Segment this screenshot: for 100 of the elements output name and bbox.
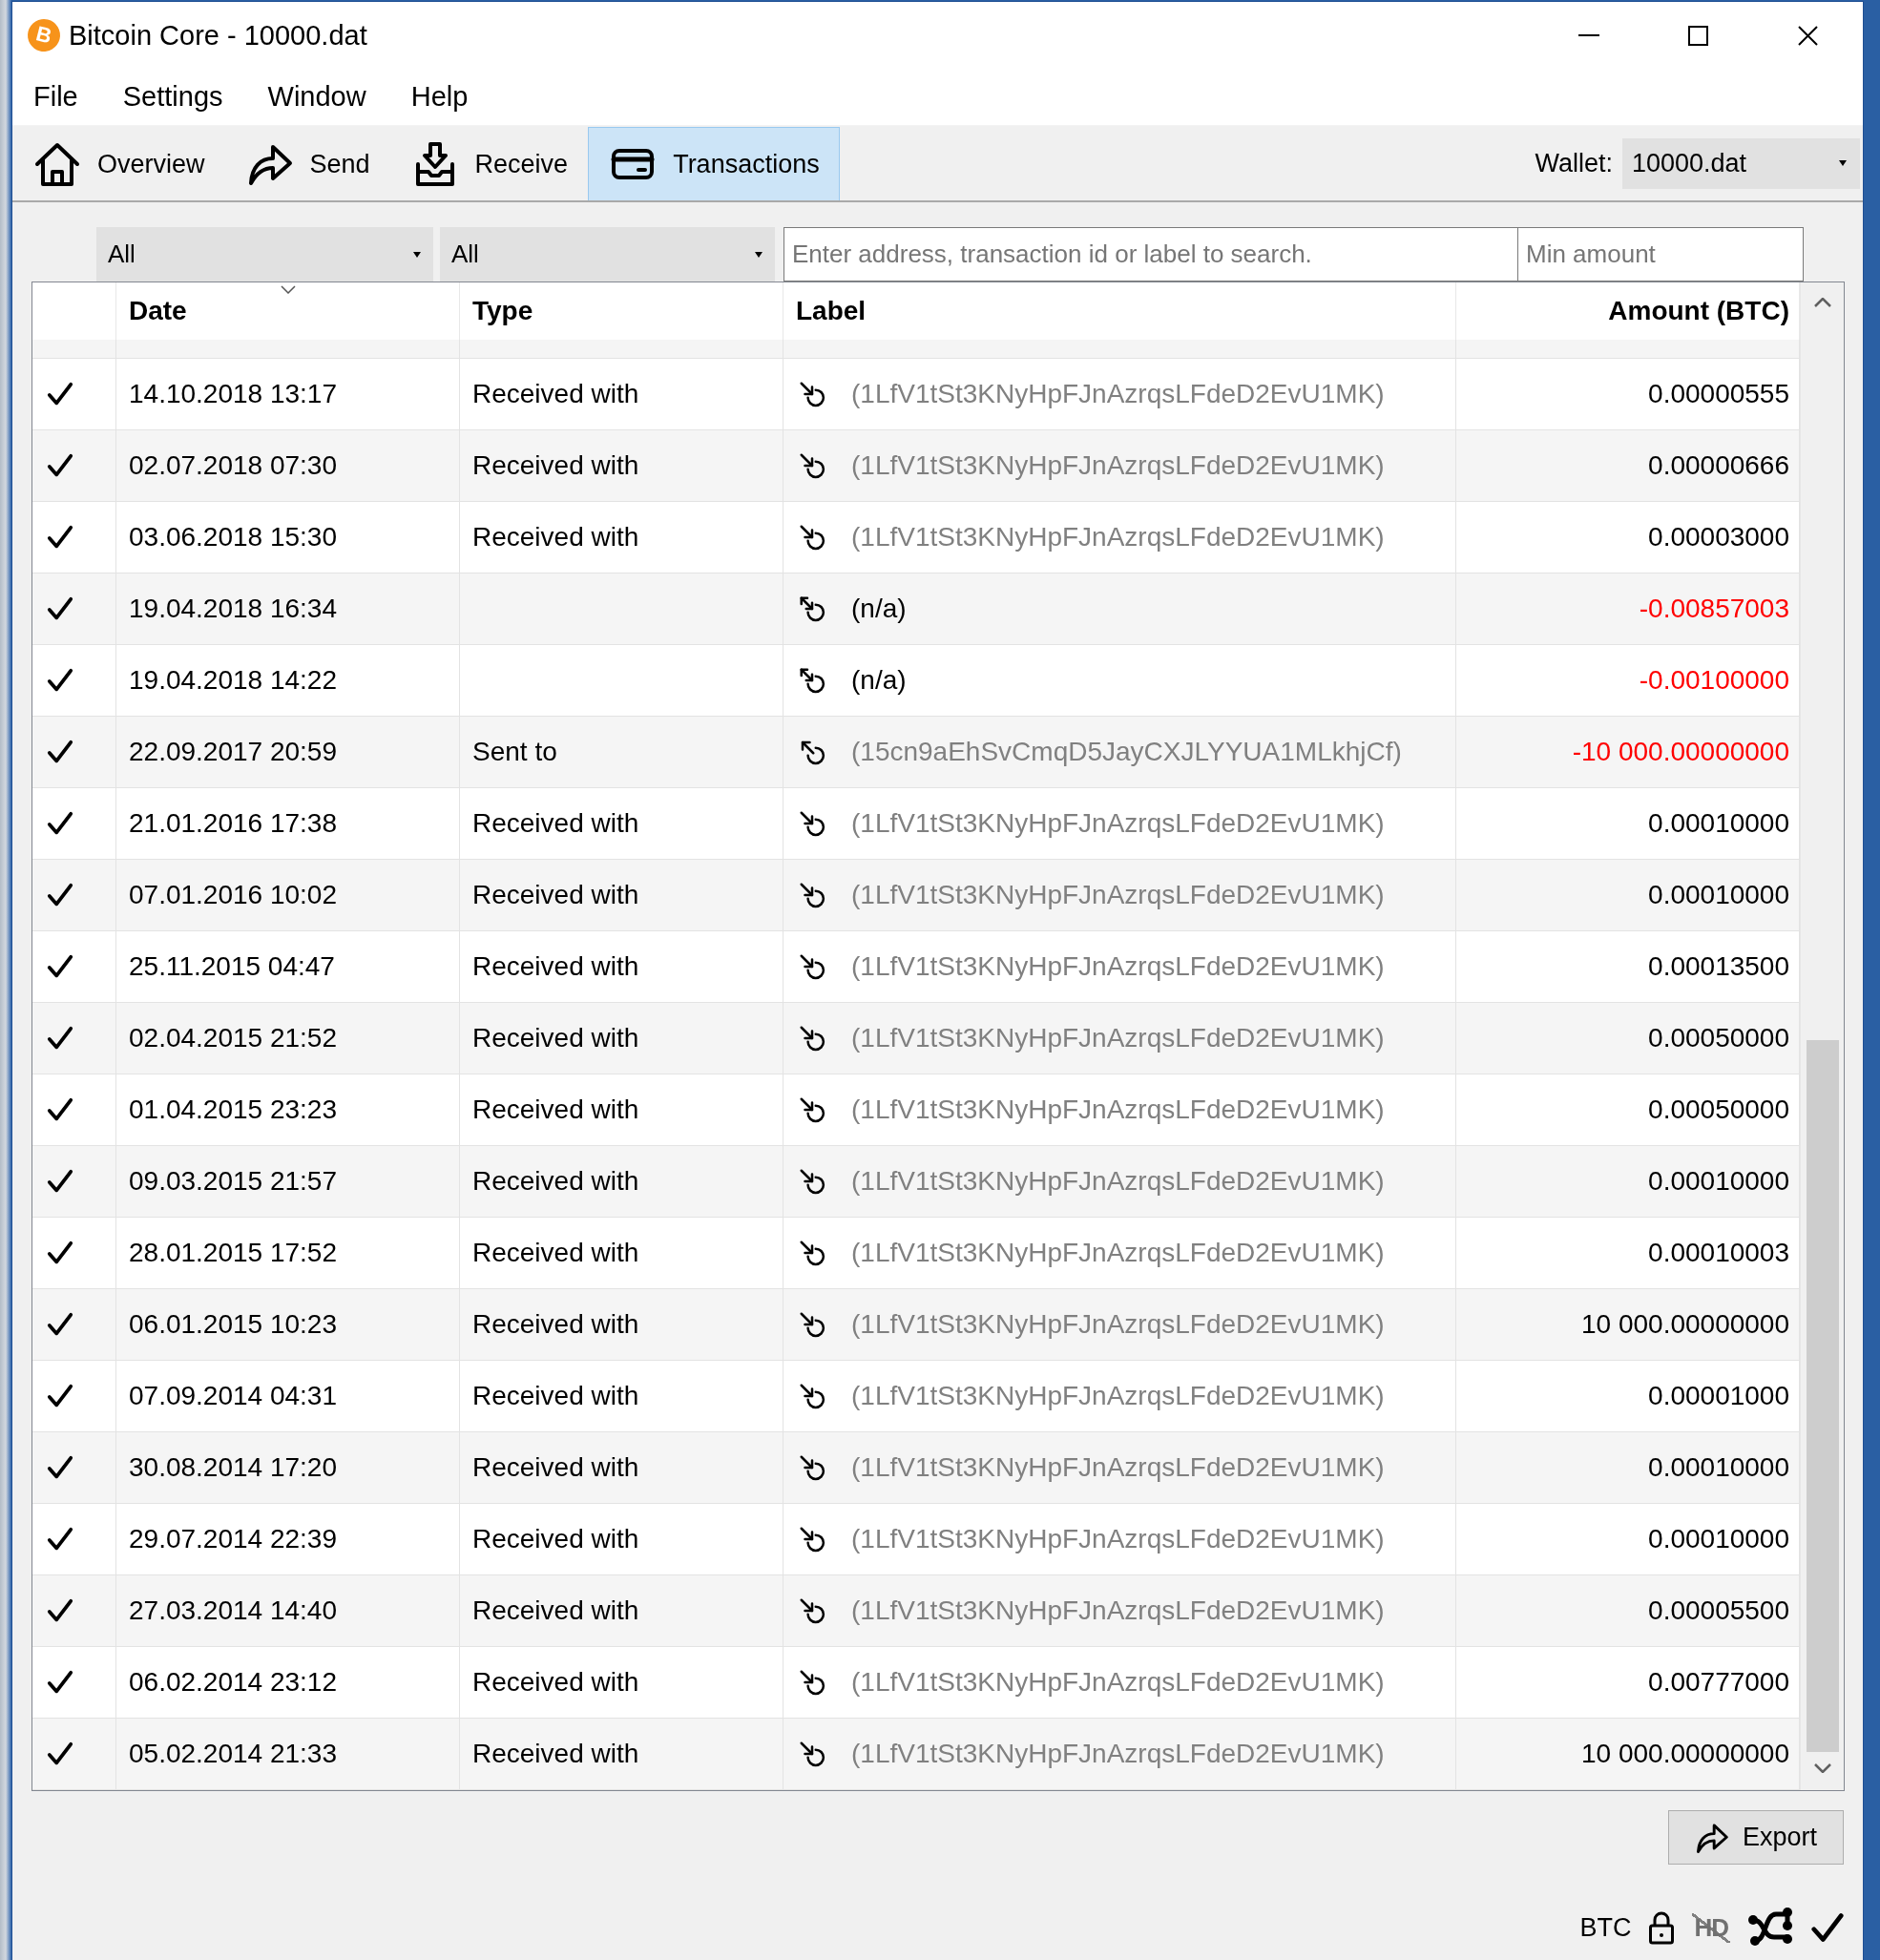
type-text: Received with bbox=[472, 1667, 639, 1698]
date-text: 09.03.2015 21:57 bbox=[129, 1166, 337, 1197]
amount-text: 0.00010000 bbox=[1648, 880, 1789, 910]
search-field[interactable]: Enter address, transaction id or label to search. bbox=[783, 227, 1518, 281]
maximize-icon[interactable] bbox=[1688, 25, 1708, 46]
network-icon[interactable] bbox=[1747, 1907, 1793, 1949]
house-icon bbox=[34, 141, 80, 187]
arrow-into-circle-icon bbox=[798, 1596, 826, 1625]
toolbar-tab[interactable]: Transactions bbox=[588, 127, 840, 200]
arrow-into-circle-icon bbox=[798, 809, 826, 838]
date-text: 02.07.2018 07:30 bbox=[129, 450, 337, 481]
menu-item[interactable]: Help bbox=[410, 81, 469, 113]
table-row[interactable]: 19.04.2018 14:22 (n/a) -0.00100000 bbox=[32, 645, 1800, 717]
amount-text: 10 000.00000000 bbox=[1581, 1739, 1789, 1769]
date-text: 27.03.2014 14:40 bbox=[129, 1595, 337, 1626]
date-text: 05.02.2014 21:33 bbox=[129, 1739, 337, 1769]
wallet-dropdown[interactable]: 10000.dat bbox=[1622, 137, 1860, 189]
close-icon[interactable] bbox=[1798, 25, 1818, 46]
menu-item[interactable]: Window bbox=[267, 81, 366, 113]
type-text: Received with bbox=[472, 450, 639, 481]
address-text: (1LfV1tSt3KNyHpFJnAzrqsLFdeD2EvU1MK) bbox=[851, 1524, 1385, 1554]
column-header[interactable]: Label bbox=[796, 296, 867, 326]
label-text: (n/a) bbox=[851, 665, 907, 696]
scrollbar-track[interactable] bbox=[1800, 282, 1844, 1790]
table-row[interactable]: 05.02.2014 21:33 Received with (1LfV1tSt3KNyHpFJnAzrqsLFdeD2EvU1MK) 10 000.00000000 bbox=[32, 1719, 1800, 1790]
amount-text: 0.00000666 bbox=[1648, 450, 1789, 481]
type-text: Received with bbox=[472, 951, 639, 982]
type-filter-dropdown[interactable]: All bbox=[440, 227, 775, 281]
type-text: Received with bbox=[472, 1524, 639, 1554]
minimize-icon[interactable] bbox=[1577, 34, 1599, 36]
dropdown-arrow-icon bbox=[413, 251, 421, 258]
type-text: Received with bbox=[472, 1309, 639, 1340]
table-row[interactable]: 06.01.2015 10:23 Received with (1LfV1tSt3KNyHpFJnAzrqsLFdeD2EvU1MK) 10 000.00000000 bbox=[32, 1289, 1800, 1361]
export-button[interactable]: Export bbox=[1668, 1810, 1844, 1865]
address-text: (1LfV1tSt3KNyHpFJnAzrqsLFdeD2EvU1MK) bbox=[851, 1309, 1385, 1340]
table-row[interactable]: 21.01.2016 17:38 Received with (1LfV1tSt3KNyHpFJnAzrqsLFdeD2EvU1MK) 0.00010000 bbox=[32, 788, 1800, 860]
type-text: Received with bbox=[472, 808, 639, 839]
table-row[interactable]: 14.10.2018 13:17 Received with (1LfV1tSt3KNyHpFJnAzrqsLFdeD2EvU1MK) 0.00000555 bbox=[32, 359, 1800, 430]
amount-text: 0.00010003 bbox=[1648, 1238, 1789, 1268]
table-row[interactable]: 25.11.2015 04:47 Received with (1LfV1tSt3KNyHpFJnAzrqsLFdeD2EvU1MK) 0.00013500 bbox=[32, 931, 1800, 1003]
table-row[interactable]: 01.04.2015 23:23 Received with (1LfV1tSt3KNyHpFJnAzrqsLFdeD2EvU1MK) 0.00050000 bbox=[32, 1074, 1800, 1146]
scroll-up-icon[interactable] bbox=[1813, 298, 1831, 307]
menu-item[interactable]: Settings bbox=[122, 81, 223, 113]
amount-text: -10 000.00000000 bbox=[1572, 737, 1789, 767]
amount-text: 0.00000555 bbox=[1648, 379, 1789, 409]
table-row[interactable]: 07.09.2014 04:31 Received with (1LfV1tSt3KNyHpFJnAzrqsLFdeD2EvU1MK) 0.00001000 bbox=[32, 1361, 1800, 1432]
address-text: (1LfV1tSt3KNyHpFJnAzrqsLFdeD2EvU1MK) bbox=[851, 880, 1385, 910]
scroll-down-icon[interactable] bbox=[1813, 1763, 1831, 1773]
arrow-into-circle-icon bbox=[798, 1310, 826, 1339]
toolbar-tab[interactable]: Receive bbox=[389, 127, 589, 200]
date-text: 06.01.2015 10:23 bbox=[129, 1309, 337, 1340]
amount-text: 0.00001000 bbox=[1648, 1381, 1789, 1411]
toolbar-tab[interactable]: Send bbox=[224, 127, 390, 200]
amount-text: 0.00010000 bbox=[1648, 808, 1789, 839]
table-row[interactable]: 28.01.2015 17:52 Received with (1LfV1tSt3KNyHpFJnAzrqsLFdeD2EvU1MK) 0.00010003 bbox=[32, 1218, 1800, 1289]
table-row[interactable]: 07.01.2016 10:02 Received with (1LfV1tSt3KNyHpFJnAzrqsLFdeD2EvU1MK) 0.00010000 bbox=[32, 860, 1800, 931]
dropdown-arrow-icon bbox=[755, 251, 762, 258]
column-header[interactable]: Amount (BTC) bbox=[1608, 296, 1789, 326]
arrow-into-circle-icon bbox=[798, 1239, 826, 1267]
table-row[interactable]: 09.03.2015 21:57 Received with (1LfV1tSt3KNyHpFJnAzrqsLFdeD2EvU1MK) 0.00010000 bbox=[32, 1146, 1800, 1218]
table-row[interactable]: 03.06.2018 15:30 Received with (1LfV1tSt3KNyHpFJnAzrqsLFdeD2EvU1MK) 0.00003000 bbox=[32, 502, 1800, 573]
table-row[interactable]: 19.04.2018 16:34 (n/a) -0.00857003 bbox=[32, 573, 1800, 645]
type-text: Received with bbox=[472, 1739, 639, 1769]
amount-text: -0.00100000 bbox=[1639, 665, 1789, 696]
date-text: 21.01.2016 17:38 bbox=[129, 808, 337, 839]
date-text: 28.01.2015 17:52 bbox=[129, 1238, 337, 1268]
table-row[interactable]: 02.07.2018 07:30 Received with (1LfV1tSt3KNyHpFJnAzrqsLFdeD2EvU1MK) 0.00000666 bbox=[32, 430, 1800, 502]
arrow-into-circle-icon bbox=[798, 1382, 826, 1410]
toolbar-tab[interactable]: Overview bbox=[12, 127, 225, 200]
curved-arrow-icon bbox=[1694, 1822, 1729, 1853]
min-amount-field[interactable]: Min amount bbox=[1517, 227, 1804, 281]
date-filter-dropdown[interactable]: All bbox=[96, 227, 433, 281]
column-header[interactable]: Type bbox=[472, 296, 533, 326]
scrollbar-thumb[interactable] bbox=[1806, 1040, 1839, 1752]
table-row[interactable]: 06.02.2014 23:12 Received with (1LfV1tSt3KNyHpFJnAzrqsLFdeD2EvU1MK) 0.00777000 bbox=[32, 1647, 1800, 1719]
address-text: (15cn9aEhSvCmqD5JayCXJLYYUA1MLkhjCf) bbox=[851, 737, 1402, 767]
double-arrow-circle-icon bbox=[798, 594, 826, 623]
type-text: Sent to bbox=[472, 737, 557, 767]
table-row[interactable]: 22.09.2017 20:59 Sent to (15cn9aEhSvCmqD5JayCXJLYYUA1MLkhjCf) -10 000.00000000 bbox=[32, 717, 1800, 788]
unit-label[interactable]: BTC bbox=[1579, 1912, 1632, 1943]
address-text: (1LfV1tSt3KNyHpFJnAzrqsLFdeD2EvU1MK) bbox=[851, 951, 1385, 982]
arrow-into-circle-icon bbox=[798, 380, 826, 408]
amount-text: 0.00010000 bbox=[1648, 1452, 1789, 1483]
table-row[interactable]: 29.07.2014 22:39 Received with (1LfV1tSt3KNyHpFJnAzrqsLFdeD2EvU1MK) 0.00010000 bbox=[32, 1504, 1800, 1575]
amount-text: -0.00857003 bbox=[1639, 594, 1789, 624]
date-text: 02.04.2015 21:52 bbox=[129, 1023, 337, 1053]
arrow-into-circle-icon bbox=[798, 1024, 826, 1053]
amount-text: 0.00003000 bbox=[1648, 522, 1789, 553]
table-row[interactable]: 30.08.2014 17:20 Received with (1LfV1tSt3KNyHpFJnAzrqsLFdeD2EvU1MK) 0.00010000 bbox=[32, 1432, 1800, 1504]
arrow-into-circle-icon bbox=[798, 523, 826, 552]
arrow-into-circle-icon bbox=[798, 881, 826, 909]
address-text: (1LfV1tSt3KNyHpFJnAzrqsLFdeD2EvU1MK) bbox=[851, 1023, 1385, 1053]
arrow-into-circle-icon bbox=[798, 952, 826, 981]
menu-item[interactable]: File bbox=[33, 81, 78, 113]
address-text: (1LfV1tSt3KNyHpFJnAzrqsLFdeD2EvU1MK) bbox=[851, 1238, 1385, 1268]
table-row[interactable]: 27.03.2014 14:40 Received with (1LfV1tSt3KNyHpFJnAzrqsLFdeD2EvU1MK) 0.00005500 bbox=[32, 1575, 1800, 1647]
column-header[interactable]: Date bbox=[129, 296, 187, 326]
amount-text: 0.00013500 bbox=[1648, 951, 1789, 982]
table-row[interactable]: 02.04.2015 21:52 Received with (1LfV1tSt3KNyHpFJnAzrqsLFdeD2EvU1MK) 0.00050000 bbox=[32, 1003, 1800, 1074]
type-text: Received with bbox=[472, 1381, 639, 1411]
